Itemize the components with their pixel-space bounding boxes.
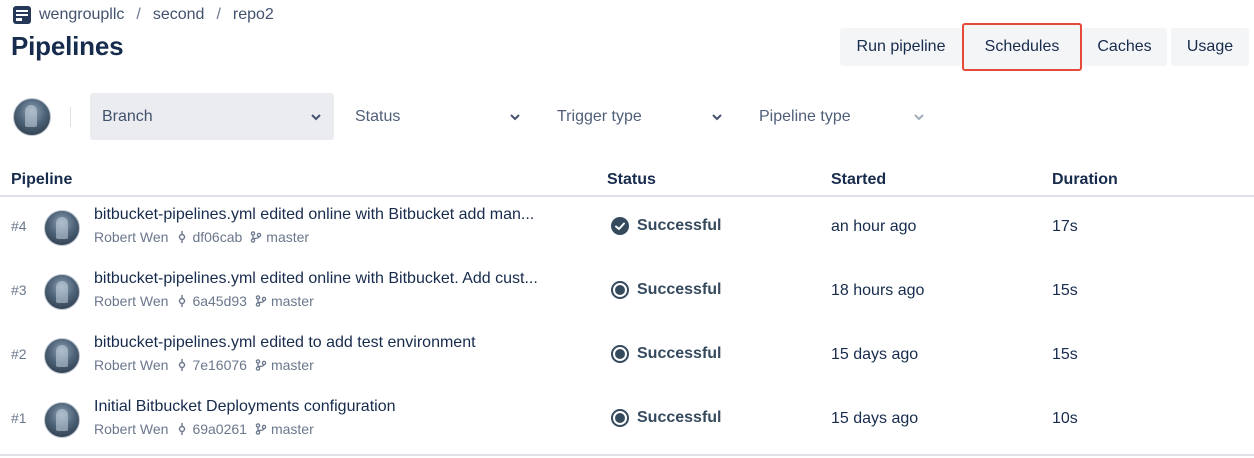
pipeline-meta: Robert Wen df06cab master (94, 229, 309, 245)
table-header: Pipeline Status Started Duration (0, 169, 1254, 197)
started-time: an hour ago (831, 218, 917, 235)
chevron-down-icon (310, 111, 322, 123)
table-row[interactable]: #2 bitbucket-pipelines.yml edited to add … (0, 326, 1254, 390)
commit-hash-link[interactable]: df06cab (192, 229, 242, 245)
pipeline-title-link[interactable]: bitbucket-pipelines.yml edited online wi… (94, 270, 586, 288)
status-label: Successful (637, 409, 722, 426)
commit-hash-link[interactable]: 69a0261 (192, 421, 247, 437)
status-label: Successful (637, 281, 722, 298)
chevron-down-icon (913, 111, 925, 123)
target-circle-icon (611, 345, 629, 363)
status-badge: Successful (611, 409, 721, 427)
author-avatar (44, 402, 80, 438)
schedules-button[interactable]: Schedules (962, 23, 1082, 71)
pipeline-number[interactable]: #4 (11, 218, 27, 234)
check-circle-icon (611, 217, 629, 235)
pipeline-title-link[interactable]: bitbucket-pipelines.yml edited to add te… (94, 334, 586, 352)
caches-button[interactable]: Caches (1082, 28, 1167, 66)
pipeline-type-filter-label: Pipeline type (759, 107, 851, 125)
pipeline-number[interactable]: #3 (11, 282, 27, 298)
branch-icon (255, 423, 267, 435)
pipeline-meta: Robert Wen 7e16076 master (94, 357, 314, 373)
duration-value: 15s (1052, 346, 1078, 363)
branch-name-link[interactable]: master (271, 357, 314, 373)
breadcrumb: wengroupllc / second / repo2 (12, 4, 274, 26)
breadcrumb-separator: / (216, 6, 221, 23)
author-name: Robert Wen (94, 293, 169, 309)
commit-icon (176, 423, 188, 435)
started-time: 18 hours ago (831, 282, 925, 299)
author-avatar (44, 210, 80, 246)
breadcrumb-repository[interactable]: repo2 (233, 6, 274, 24)
chevron-down-icon (509, 111, 521, 123)
usage-button[interactable]: Usage (1171, 28, 1249, 66)
commit-icon (176, 231, 188, 243)
branch-filter-label: Branch (102, 107, 153, 125)
branch-name-link[interactable]: master (271, 421, 314, 437)
author-name: Robert Wen (94, 229, 169, 245)
page-title: Pipelines (11, 31, 124, 61)
chevron-down-icon (711, 111, 723, 123)
user-filter-avatar[interactable] (13, 98, 51, 136)
trigger-type-filter-select[interactable]: Trigger type (545, 93, 735, 140)
branch-icon (250, 231, 262, 243)
author-avatar (44, 274, 80, 310)
table-row[interactable]: #3 bitbucket-pipelines.yml edited online … (0, 262, 1254, 326)
branch-filter-select[interactable]: Branch (90, 93, 334, 140)
target-circle-icon (611, 281, 629, 299)
commit-hash-link[interactable]: 7e16076 (192, 357, 247, 373)
started-time: 15 days ago (831, 410, 919, 427)
branch-name-link[interactable]: master (266, 229, 309, 245)
column-header-started: Started (831, 171, 887, 188)
pipeline-type-filter-select[interactable]: Pipeline type (747, 93, 937, 140)
status-filter-select[interactable]: Status (343, 93, 533, 140)
pipeline-title-link[interactable]: Initial Bitbucket Deployments configurat… (94, 398, 586, 416)
filter-bar: Branch Status Trigger type Pipeline type (0, 93, 1254, 141)
duration-value: 10s (1052, 410, 1078, 427)
status-label: Successful (637, 217, 722, 234)
branch-icon (255, 295, 267, 307)
pipeline-meta: Robert Wen 6a45d93 master (94, 293, 314, 309)
duration-value: 15s (1052, 282, 1078, 299)
repository-icon (12, 5, 32, 25)
pipeline-number[interactable]: #2 (11, 346, 27, 362)
table-row[interactable]: #4 bitbucket-pipelines.yml edited online … (0, 198, 1254, 262)
status-filter-label: Status (355, 107, 401, 125)
author-avatar (44, 338, 80, 374)
branch-icon (255, 359, 267, 371)
pipeline-number[interactable]: #1 (11, 410, 27, 426)
column-header-duration: Duration (1052, 171, 1118, 188)
pipeline-meta: Robert Wen 69a0261 master (94, 421, 314, 437)
status-label: Successful (637, 345, 722, 362)
table-row[interactable]: #1 Initial Bitbucket Deployments configur… (0, 390, 1254, 454)
status-badge: Successful (611, 281, 721, 299)
target-circle-icon (611, 409, 629, 427)
branch-name-link[interactable]: master (271, 293, 314, 309)
trigger-type-filter-label: Trigger type (557, 107, 642, 125)
commit-hash-link[interactable]: 6a45d93 (192, 293, 247, 309)
started-time: 15 days ago (831, 346, 919, 363)
commit-icon (176, 359, 188, 371)
breadcrumb-project[interactable]: second (153, 6, 205, 24)
pipeline-title-link[interactable]: bitbucket-pipelines.yml edited online wi… (94, 206, 586, 224)
breadcrumb-workspace[interactable]: wengroupllc (39, 6, 124, 24)
column-header-pipeline: Pipeline (11, 171, 73, 188)
status-badge: Successful (611, 345, 721, 363)
table-bottom-divider (0, 454, 1254, 456)
author-name: Robert Wen (94, 421, 169, 437)
run-pipeline-button[interactable]: Run pipeline (840, 28, 962, 66)
breadcrumb-separator: / (136, 6, 141, 23)
author-name: Robert Wen (94, 357, 169, 373)
duration-value: 17s (1052, 218, 1078, 235)
commit-icon (176, 295, 188, 307)
status-badge: Successful (611, 217, 721, 235)
filter-divider (70, 107, 71, 127)
column-header-status: Status (607, 171, 656, 188)
